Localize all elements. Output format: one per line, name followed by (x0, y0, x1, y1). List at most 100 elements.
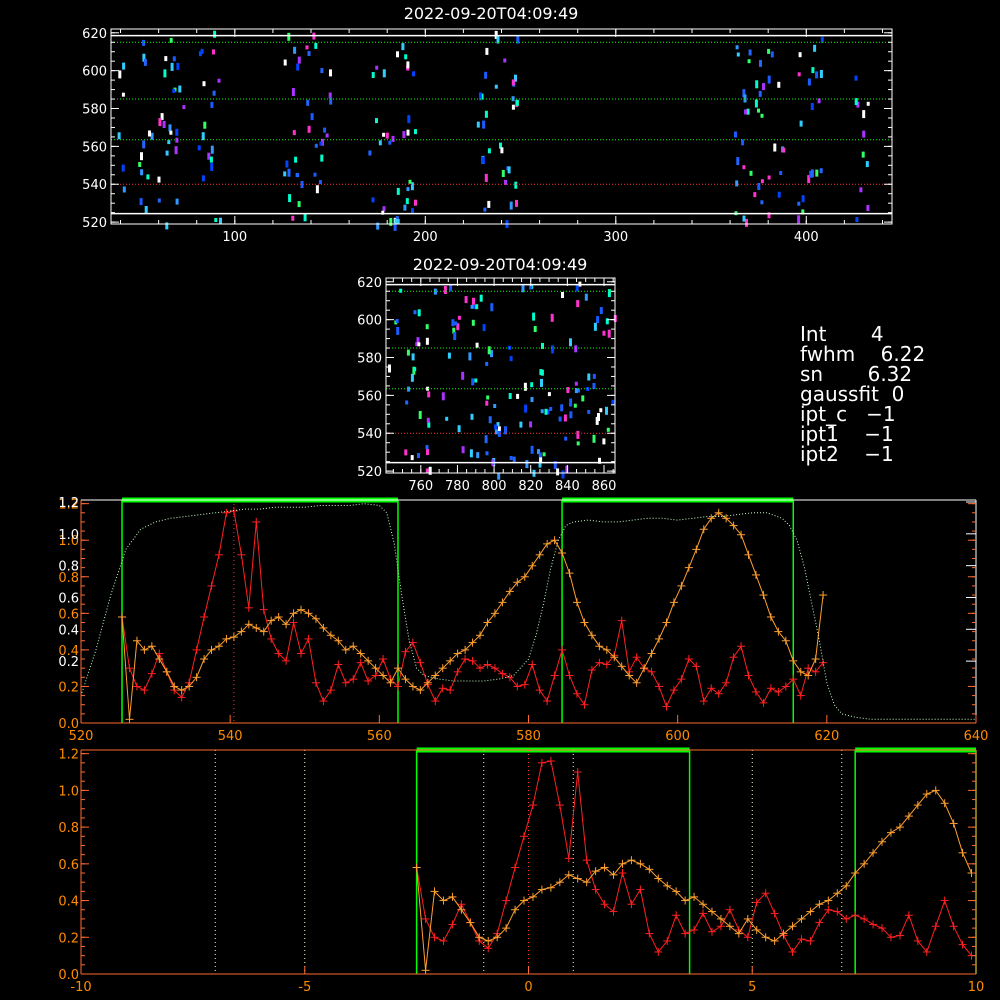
heatmap-pixel (770, 51, 774, 58)
heatmap-pixel (736, 157, 740, 166)
heatmap-pixel (319, 141, 323, 146)
heatmap-pixel (735, 45, 739, 50)
heatmap-pixel (461, 371, 465, 380)
heatmap-pixel (297, 201, 301, 208)
heatmap-pixel (470, 413, 474, 420)
heatmap-pixel (167, 140, 171, 145)
heatmap-pixel (296, 63, 300, 71)
series-line (121, 510, 824, 708)
heatmap-pixel (405, 400, 409, 405)
heatmap-pixel (469, 449, 473, 458)
heatmap-pixel (501, 170, 505, 177)
top-heatmap-pixels (117, 30, 870, 231)
figure-canvas: 2022-09-20T04:09:49 100 200 300 40052054056… (58, 4, 988, 995)
heatmap-pixel (810, 169, 814, 178)
heatmap-pixel (170, 62, 174, 71)
heatmap-pixel (485, 451, 489, 456)
heatmap-pixel (515, 199, 518, 207)
heatmap-pixel (487, 148, 491, 154)
heatmap-pixel (165, 150, 169, 156)
heatmap-pixel (599, 408, 603, 413)
heatmap-pixel (797, 215, 801, 224)
heatmap-pixel (592, 434, 596, 443)
heatmap-pixel (165, 222, 169, 230)
heatmap-pixel (417, 309, 421, 317)
heatmap-pixel (201, 175, 205, 182)
heatmap-pixel (176, 62, 180, 70)
heatmap-pixel (303, 213, 307, 222)
heatmap-pixel (862, 130, 866, 138)
heatmap-pixel (169, 130, 173, 135)
heatmap-pixel (561, 292, 564, 298)
heatmap-pixel (388, 140, 392, 145)
heatmap-pixel (564, 436, 568, 441)
heatmap-pixel (396, 326, 400, 335)
heatmap-pixel (292, 130, 296, 136)
heatmap-pixel (807, 78, 811, 86)
heatmap-pixel (488, 416, 492, 424)
shifted-spectrum-plot (214, 747, 977, 975)
fit-parameters: Int 4 fwhm 6.22 sn 6.32 gaussfit 0 ipt_c… (800, 322, 925, 466)
heatmap-pixel (401, 43, 405, 51)
heatmap-pixel (447, 352, 451, 359)
y-tick-label: 560 (82, 140, 107, 155)
heatmap-pixel (587, 373, 591, 381)
y-tick-label: 0.0 (58, 717, 79, 732)
heatmap-pixel (487, 200, 491, 208)
heatmap-pixel (162, 121, 166, 128)
heatmap-pixel (777, 81, 781, 88)
heatmap-pixel (139, 198, 143, 206)
heatmap-pixel (749, 170, 753, 176)
heatmap-pixel (815, 169, 819, 177)
heatmap-pixel (410, 373, 414, 382)
heatmap-pixel (549, 406, 553, 411)
heatmap-pixel (295, 173, 299, 178)
heatmap-pixel (157, 198, 161, 203)
heatmap-pixel (859, 187, 863, 193)
heatmap-pixel (777, 191, 781, 198)
heatmap-pixel (485, 361, 489, 366)
heatmap-pixel (293, 46, 297, 54)
heatmap-pixel (574, 345, 578, 353)
heatmap-pixel (540, 378, 543, 387)
heatmap-pixel (566, 387, 570, 393)
heatmap-pixel (742, 215, 746, 222)
heatmap-pixel (122, 62, 126, 70)
heatmap-pixel (485, 47, 489, 55)
heatmap-pixel (391, 135, 395, 142)
heatmap-pixel (801, 195, 805, 203)
heatmap-pixel (509, 356, 513, 362)
y-tick-label: 580 (357, 352, 382, 367)
heatmap-pixel (417, 342, 421, 347)
heatmap-pixel (532, 312, 536, 321)
y-tick-label: 0.6 (58, 858, 79, 873)
heatmap-pixel (413, 367, 417, 372)
heatmap-pixel (507, 166, 511, 174)
heatmap-pixel (457, 425, 461, 433)
heatmap-pixel (175, 128, 179, 136)
heatmap-pixel (320, 68, 324, 74)
zoom-heatmap-pixels (388, 281, 617, 480)
heatmap-pixel (736, 52, 740, 57)
heatmap-pixel (443, 286, 447, 294)
heatmap-pixel (403, 204, 407, 211)
heatmap-pixel (396, 187, 400, 195)
heatmap-pixel (743, 94, 747, 103)
heatmap-pixel (197, 145, 201, 151)
top-heatmap-panel: 2022-09-20T04:09:49 100 200 300 400 520 540 56… (82, 4, 893, 245)
heatmap-pixel (320, 154, 324, 162)
heatmap-pixel (563, 414, 567, 422)
zoom-heatmap-title: 2022-09-20T04:09:49 (413, 255, 588, 274)
heatmap-pixel (561, 470, 565, 479)
heatmap-pixel (486, 395, 490, 400)
heatmap-pixel (760, 113, 764, 118)
heatmap-pixel (767, 48, 771, 54)
heatmap-pixel (314, 143, 318, 148)
heatmap-pixel (755, 80, 759, 89)
heatmap-pixel (142, 140, 146, 149)
heatmap-pixel (767, 75, 771, 84)
heatmap-pixel (470, 304, 474, 309)
heatmap-pixel (758, 90, 762, 97)
heatmap-pixel (754, 99, 758, 108)
heatmap-pixel (150, 132, 154, 140)
